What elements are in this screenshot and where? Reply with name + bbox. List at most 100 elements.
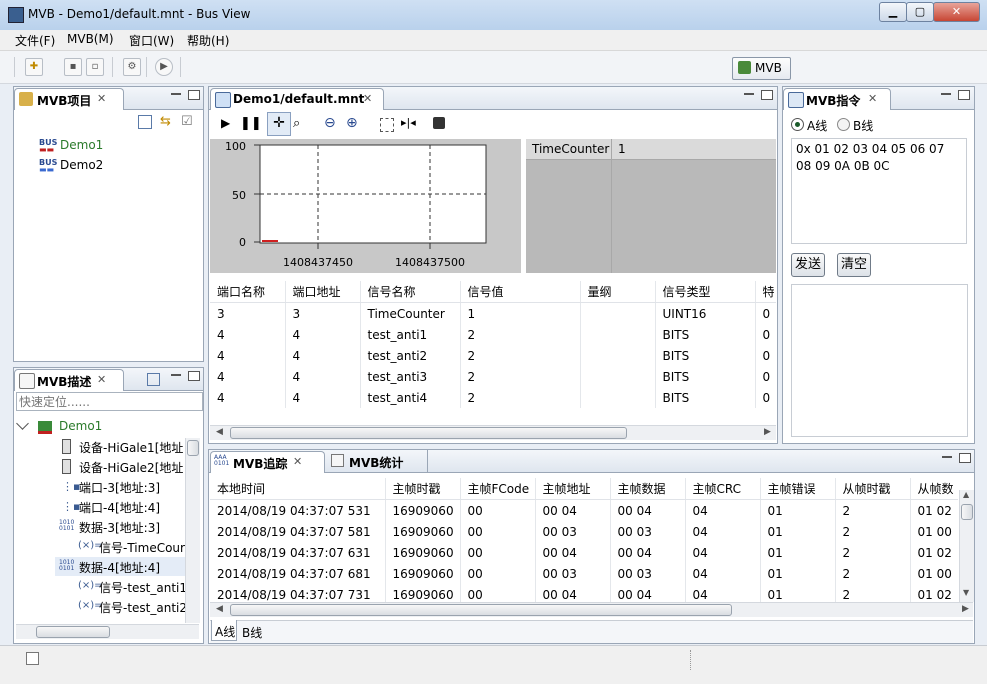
run-icon[interactable]: ▶ [155, 58, 173, 76]
close-tab-icon[interactable]: ✕ [293, 455, 302, 468]
signal-row[interactable]: 4 4 test_anti2 2 BITS 0 [210, 345, 776, 366]
close-tab-icon[interactable]: ✕ [97, 92, 106, 105]
signal-row[interactable]: 4 4 test_anti4 2 BITS 0 [210, 387, 776, 408]
tree-item[interactable]: 数据-3[地址:3] [79, 519, 160, 536]
column-header[interactable]: 本地时间 [210, 478, 386, 500]
menu-file[interactable]: 文件(F) [15, 32, 55, 49]
column-header[interactable]: 信号名称 [360, 281, 461, 303]
collapse-all-icon[interactable] [138, 115, 152, 129]
horizontal-scrollbar[interactable]: ◀ ▶ [210, 425, 776, 440]
tab-description[interactable]: MVB描述 ✕ [14, 369, 124, 391]
project-item-demo2[interactable]: Demo2 [60, 158, 103, 172]
trace-row[interactable]: 2014/08/19 04:37:07 681 16909060 00 00 03 00… [210, 563, 958, 584]
command-hex-input[interactable]: 0x 01 02 03 04 05 06 07 08 09 0A 0B 0C [791, 138, 967, 244]
trace-row[interactable]: 2014/08/19 04:37:07 531 16909060 00 00 04 00… [210, 499, 958, 521]
column-header[interactable]: 端口地址 [285, 281, 361, 303]
trace-row[interactable]: 2014/08/19 04:37:07 731 16909060 00 00 04 00… [210, 584, 958, 602]
pause-icon[interactable]: ❚❚ [240, 116, 262, 131]
column-header[interactable]: 信号类型 [655, 281, 756, 303]
tab-statistics[interactable]: MVB统计 [349, 454, 403, 471]
new-icon[interactable]: ✚ [25, 58, 43, 76]
horizontal-scrollbar[interactable] [16, 624, 199, 639]
tree-item[interactable]: 端口-4[地址:4] [79, 499, 160, 516]
link-editor-icon[interactable]: ⇆ [160, 114, 171, 129]
minimize-icon[interactable] [171, 93, 181, 95]
menu-mvb[interactable]: MVB(M) [67, 32, 114, 46]
connect-icon[interactable]: ⚙ [123, 58, 141, 76]
tree-item[interactable]: 端口-3[地址:3] [79, 479, 160, 496]
maximize-icon[interactable] [958, 90, 970, 100]
vertical-scrollbar[interactable]: ▲ ▼ [959, 490, 974, 602]
tree-item[interactable]: Demo1 [59, 419, 102, 433]
minimize-icon[interactable] [171, 374, 181, 376]
column-header[interactable]: 从帧时戳 [835, 478, 911, 500]
save-all-icon[interactable]: ▫ [86, 58, 104, 76]
project-item-demo1[interactable]: Demo1 [60, 138, 103, 152]
column-header[interactable]: 量纲 [580, 281, 656, 303]
tree-item[interactable]: 设备-HiGale2[地址 [79, 459, 183, 476]
trace-row[interactable]: 2014/08/19 04:37:07 581 16909060 00 00 03 00… [210, 521, 958, 542]
save-image-icon[interactable] [433, 117, 445, 129]
play-icon[interactable]: ▶ [221, 116, 230, 130]
column-header[interactable]: 端口名称 [210, 281, 286, 303]
collapse-all-icon[interactable] [147, 373, 160, 386]
horizontal-scrollbar[interactable]: ◀ ▶ [210, 602, 973, 617]
column-header[interactable]: 主帧错误 [760, 478, 836, 500]
save-icon[interactable]: ▪ [64, 58, 82, 76]
trace-row[interactable]: 2014/08/19 04:37:07 631 16909060 00 00 04 00… [210, 542, 958, 563]
tab-trace[interactable]: AAA 0101 MVB追踪 ✕ [210, 451, 325, 473]
maximize-icon[interactable] [959, 453, 971, 463]
tree-item[interactable]: 信号-TimeCour [99, 539, 185, 556]
maximize-icon[interactable] [188, 90, 200, 100]
column-header[interactable]: 主帧CRC [685, 478, 761, 500]
command-output[interactable] [791, 284, 968, 437]
zoom-in-icon[interactable]: ⊕ [346, 115, 358, 131]
signal-row[interactable]: 4 4 test_anti1 2 BITS 0 [210, 324, 776, 345]
pan-icon[interactable]: ✛ [267, 112, 291, 136]
close-tab-icon[interactable]: ✕ [868, 92, 877, 105]
signal-row[interactable]: 4 4 test_anti3 2 BITS 0 [210, 366, 776, 387]
select-icon[interactable] [380, 118, 394, 132]
close-tab-icon[interactable]: ✕ [363, 92, 372, 105]
close-button[interactable]: ✕ [933, 2, 980, 22]
signal-row[interactable]: 3 3 TimeCounter 1 UINT16 0 [210, 302, 776, 324]
maximize-button[interactable]: ▢ [906, 2, 934, 22]
column-header[interactable]: 主帧数据 [610, 478, 686, 500]
tree-item[interactable]: 信号-test_anti1 [99, 579, 185, 596]
close-tab-icon[interactable]: ✕ [97, 373, 106, 386]
minimize-button[interactable]: ▁ [879, 2, 907, 22]
checkbox-icon[interactable]: ☑ [181, 114, 193, 129]
zoom-fit-icon[interactable]: ⌕ [293, 116, 300, 131]
menu-window[interactable]: 窗口(W) [129, 32, 174, 49]
tab-a-line[interactable]: A线 [211, 620, 237, 641]
perspective-mvb-button[interactable]: MVB [732, 57, 791, 80]
chart-area[interactable]: 100 50 0 1408437450 1408437500 [210, 139, 521, 273]
minimize-icon[interactable] [744, 93, 754, 95]
tab-b-line[interactable]: B线 [242, 624, 262, 641]
zoom-out-icon[interactable]: ⊖ [324, 115, 336, 131]
minimize-icon[interactable] [942, 456, 952, 458]
tree-item[interactable]: 设备-HiGale1[地址 [79, 439, 183, 456]
column-header[interactable]: 信号值 [460, 281, 581, 303]
column-header[interactable]: 从帧数 [910, 478, 958, 500]
quick-locate-input[interactable] [16, 392, 203, 411]
send-button[interactable]: 发送 [791, 253, 825, 277]
tab-editor[interactable]: Demo1/default.mnt ✕ [210, 88, 384, 110]
tree-item[interactable]: 信号-test_anti2 [99, 599, 185, 616]
column-header[interactable]: 主帧FCode [460, 478, 536, 500]
column-header[interactable]: 主帧地址 [535, 478, 611, 500]
expand-icon[interactable] [16, 417, 29, 430]
tab-command[interactable]: MVB指令 ✕ [783, 88, 891, 110]
tree-item[interactable]: 数据-4[地址:4] [79, 559, 160, 576]
maximize-icon[interactable] [761, 90, 773, 100]
clear-button[interactable]: 清空 [837, 253, 871, 277]
fit-width-icon[interactable]: ▸|◂ [401, 116, 416, 129]
radio-a-line[interactable] [791, 118, 804, 131]
column-header[interactable]: 特 [755, 281, 776, 303]
radio-b-line[interactable] [837, 118, 850, 131]
fast-view-icon[interactable] [26, 652, 39, 665]
tab-project[interactable]: MVB项目 ✕ [14, 88, 124, 110]
maximize-icon[interactable] [188, 371, 200, 381]
menu-help[interactable]: 帮助(H) [187, 32, 229, 49]
vertical-scrollbar[interactable] [185, 438, 200, 623]
